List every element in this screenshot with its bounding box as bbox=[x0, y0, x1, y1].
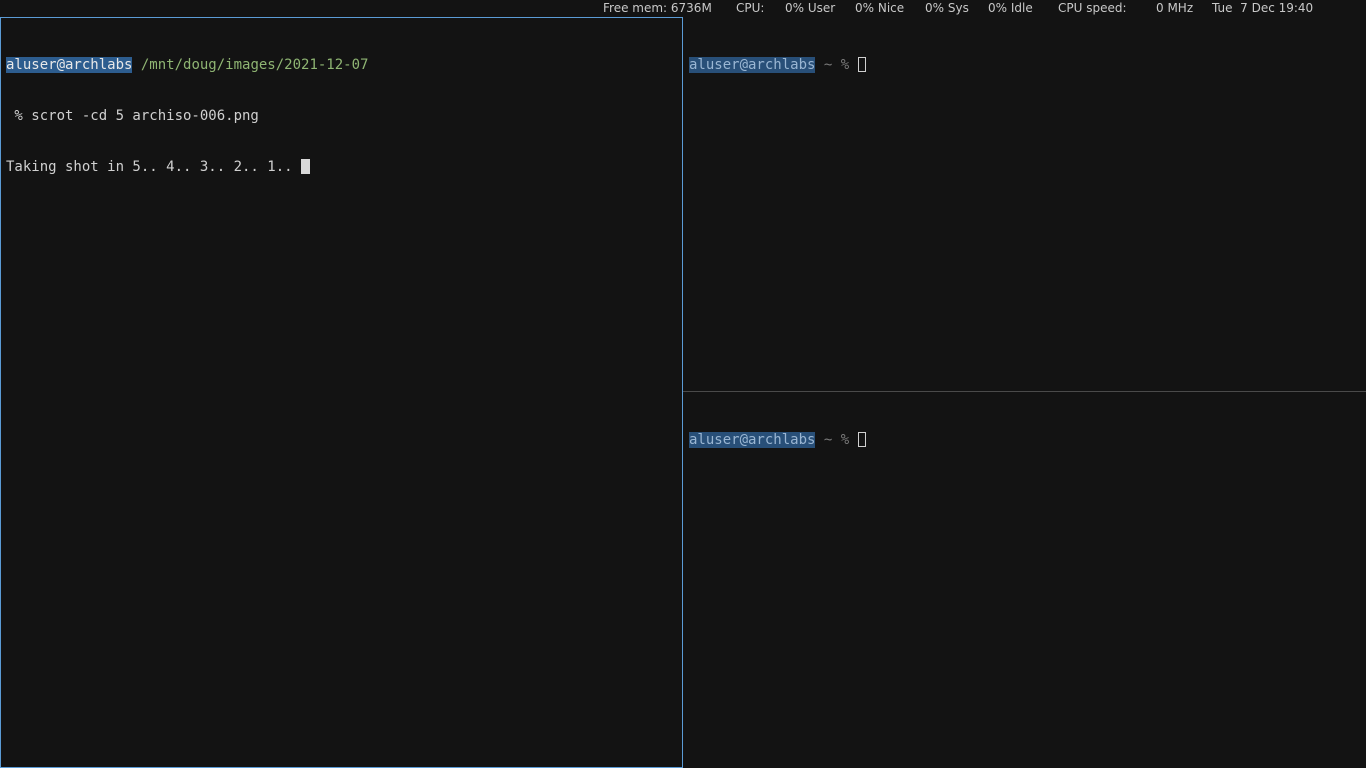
text-cursor bbox=[301, 159, 311, 174]
terminal-pane-right-bottom[interactable]: aluser@archlabs ~ % bbox=[683, 392, 1366, 768]
terminal-pane-left[interactable]: aluser@archlabs /mnt/doug/images/2021-12… bbox=[0, 17, 683, 768]
output-text: Taking shot in 5.. 4.. 3.. 2.. 1.. bbox=[6, 159, 302, 175]
cpu-nice-readout: 0% Nice bbox=[855, 1, 905, 15]
terminal-output: aluser@archlabs ~ % bbox=[689, 23, 866, 108]
prompt-user: aluser@archlabs bbox=[6, 57, 133, 73]
cpu-user-readout: 0% User bbox=[785, 1, 836, 15]
text-cursor bbox=[857, 432, 866, 447]
prompt-tail: ~ % bbox=[815, 432, 858, 448]
prompt-path: /mnt/doug/images/2021-12-07 bbox=[140, 57, 369, 73]
cpu-speed-readout: 0 MHz bbox=[1156, 1, 1194, 15]
command-line: % scrot -cd 5 archiso-006.png bbox=[6, 108, 259, 124]
text-cursor bbox=[857, 57, 866, 72]
free-memory-readout: Free mem: 6736M bbox=[603, 1, 712, 15]
prompt-line: aluser@archlabs /mnt/doug/images/2021-12… bbox=[6, 57, 368, 74]
output-line: Taking shot in 5.. 4.. 3.. 2.. 1.. bbox=[6, 159, 368, 176]
terminal-output: aluser@archlabs /mnt/doug/images/2021-12… bbox=[6, 23, 368, 210]
prompt-tail: ~ % bbox=[815, 57, 858, 73]
cpu-idle-readout: 0% Idle bbox=[988, 1, 1033, 15]
prompt-line: aluser@archlabs ~ % bbox=[689, 432, 866, 449]
cpu-label: CPU: bbox=[736, 1, 765, 15]
cpu-sys-readout: 0% Sys bbox=[925, 1, 969, 15]
status-bar: Free mem: 6736M CPU: 0% User 0% Nice 0% … bbox=[0, 0, 1366, 17]
cpu-speed-label: CPU speed: bbox=[1058, 1, 1127, 15]
prompt-user: aluser@archlabs bbox=[689, 432, 816, 448]
terminal-pane-right-top[interactable]: aluser@archlabs ~ % bbox=[683, 17, 1366, 392]
prompt-line: aluser@archlabs ~ % bbox=[689, 57, 866, 74]
prompt-user: aluser@archlabs bbox=[689, 57, 816, 73]
terminal-output: aluser@archlabs ~ % bbox=[689, 398, 866, 483]
clock: Tue 7 Dec 19:40 bbox=[1212, 1, 1314, 15]
